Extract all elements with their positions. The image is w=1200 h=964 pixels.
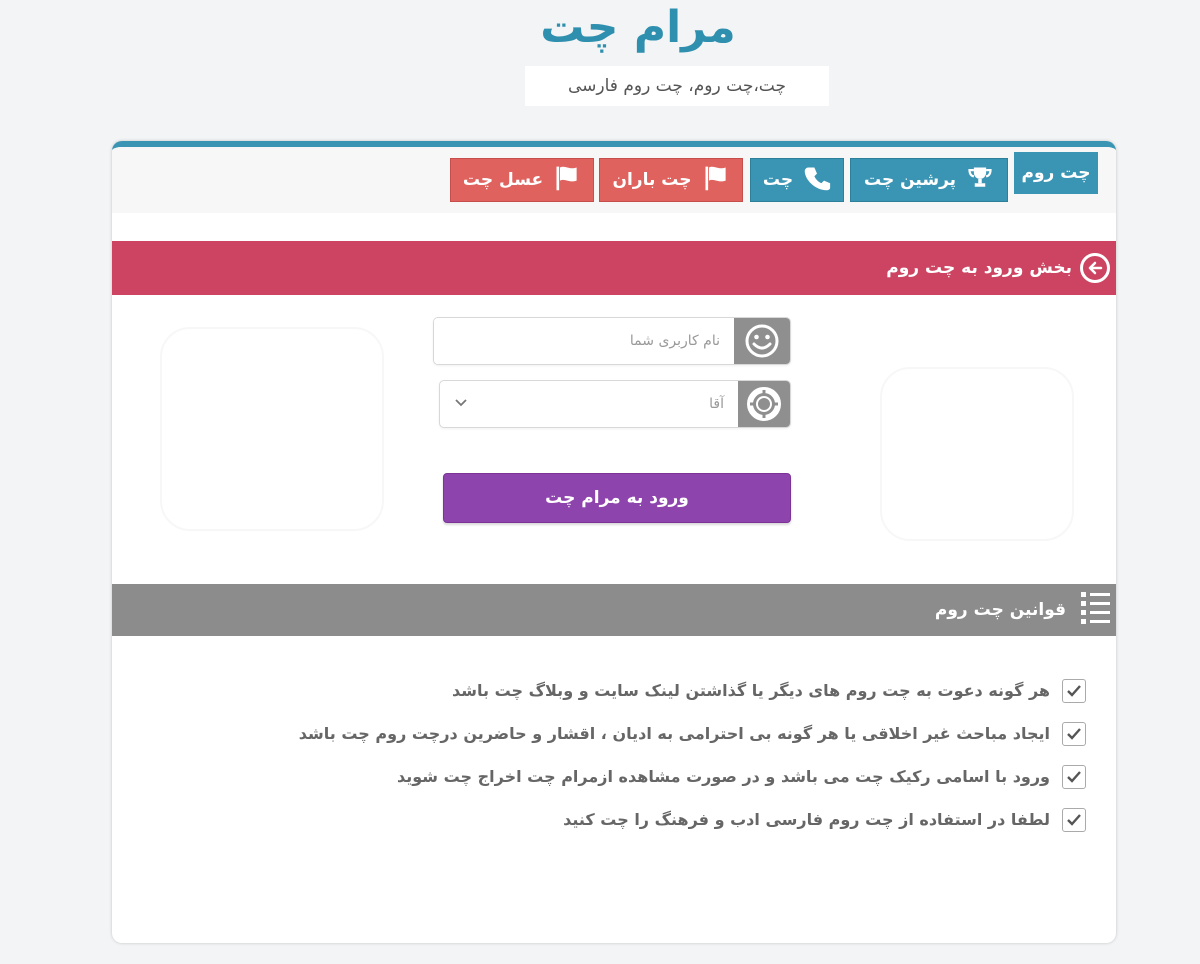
rule-item: لطفا در استفاده از چت روم فارسی ادب و فر… [299,798,1086,841]
check-icon [1062,764,1086,789]
gender-selected-value: آقا [709,396,724,412]
site-title: مرام چت [540,2,736,53]
rule-text: هر گونه دعوت به چت روم های دیگر یا گذاشت… [452,681,1050,700]
gender-select-field[interactable]: آقا [440,381,738,427]
flag-icon [702,164,730,197]
smiley-icon [734,318,790,364]
chevron-down-icon [454,396,468,412]
rules-list: هر گونه دعوت به چت روم های دیگر یا گذاشت… [299,669,1086,841]
nav-bar: چت روم پرشین چت چت چت باران عسل چت [112,147,1116,213]
rule-text: ورود با اسامی رکیک چت می باشد و در صورت … [396,767,1050,786]
login-submit-button[interactable]: ورود به مرام چت [443,473,791,523]
nav-button-label: چت باران [612,170,692,190]
rules-section-header: قوانین چت روم [112,584,1116,636]
login-section-header: بخش ورود به چت روم [112,241,1116,295]
trophy-icon [966,164,994,197]
background-decoration [880,367,1074,541]
check-icon [1062,678,1086,703]
rule-item: ورود با اسامی رکیک چت می باشد و در صورت … [299,755,1086,798]
nav-button-persian-chat[interactable]: پرشین چت [850,158,1008,202]
nav-button-label: عسل چت [462,170,544,190]
rule-item: هر گونه دعوت به چت روم های دیگر یا گذاشت… [299,669,1086,712]
rule-item: ایجاد مباحث غیر اخلاقی یا هر گونه بی احت… [299,712,1086,755]
username-field [433,317,791,365]
gender-select[interactable]: آقا [439,380,791,428]
check-icon [1062,721,1086,746]
list-icon [1078,589,1112,632]
site-subtitle: چت،چت روم، چت روم فارسی [525,66,829,106]
rule-text: لطفا در استفاده از چت روم فارسی ادب و فر… [563,810,1050,829]
rules-section-title: قوانین چت روم [934,600,1066,620]
rule-text: ایجاد مباحث غیر اخلاقی یا هر گونه بی احت… [298,724,1050,743]
check-icon [1062,807,1086,832]
main-card: چت روم پرشین چت چت چت باران عسل چت بخش و… [112,141,1116,943]
nav-button-chat[interactable]: چت [750,158,844,202]
lifebuoy-icon [738,381,790,427]
flag-icon [553,164,581,197]
phone-icon [803,164,831,197]
nav-button-asal-chat[interactable]: عسل چت [450,158,594,202]
nav-button-chat-baran[interactable]: چت باران [599,158,743,202]
arrow-left-circle-icon [1080,253,1110,283]
nav-label: چت روم [1014,152,1098,194]
username-input[interactable] [434,318,734,364]
nav-button-label: پرشین چت [863,170,957,190]
login-section-title: بخش ورود به چت روم [886,258,1072,278]
background-decoration [160,327,384,531]
nav-button-label: چت [762,170,794,190]
